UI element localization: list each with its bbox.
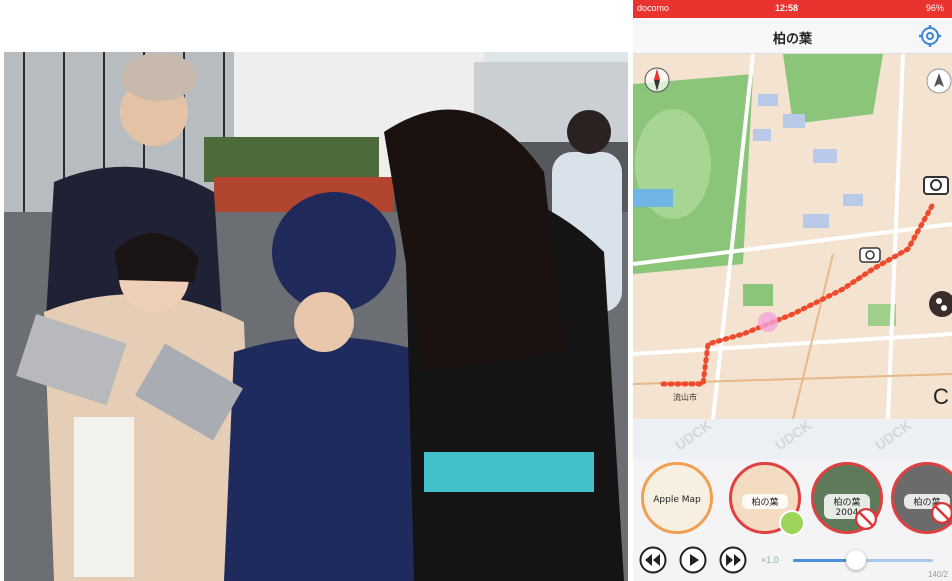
carrier-label: docomo — [637, 3, 670, 13]
side-label: C — [933, 384, 949, 409]
no-entry-icon — [931, 502, 952, 524]
no-entry-icon — [855, 508, 877, 530]
play-icon[interactable] — [679, 546, 707, 574]
page-title: 柏の葉 — [772, 32, 812, 47]
timeline-knob[interactable] — [846, 550, 866, 570]
field-trip-photo — [4, 52, 628, 581]
battery-label: 96% — [925, 3, 944, 13]
fast-forward-icon[interactable] — [719, 546, 747, 574]
camera-marker-icon[interactable] — [859, 244, 881, 264]
playback-controls: ×1.0 140/2 — [633, 540, 952, 581]
rewind-icon[interactable] — [639, 546, 667, 574]
watermark-text: UDCK — [772, 416, 815, 454]
watermark-band: UDCK UDCK UDCK — [633, 416, 952, 459]
speed-label: ×1.0 — [761, 555, 779, 565]
clock: 12:58 — [775, 3, 799, 13]
gear-icon[interactable] — [918, 24, 942, 48]
locate-icon[interactable] — [926, 68, 952, 94]
navigation-bar: 柏の葉 — [633, 18, 952, 54]
selected-check-icon — [779, 510, 805, 536]
phone-screen: docomo 12:58 96% 柏の葉 流山市 C UDCK UDCK UDC… — [633, 0, 952, 581]
watermark-text: UDCK — [672, 416, 715, 454]
map-view[interactable]: 流山市 C — [633, 54, 952, 419]
watermark-text: UDCK — [872, 416, 915, 454]
map-place-label: 流山市 — [673, 392, 697, 402]
frame-counter: 140/2 — [927, 570, 948, 579]
status-bar: docomo 12:58 96% — [633, 0, 952, 18]
layer-label: 柏の葉 — [742, 494, 788, 509]
layer-selector: Apple Map 柏の葉 柏の葉2004 柏の葉 — [633, 458, 952, 538]
compass-icon[interactable] — [643, 66, 671, 94]
timeline-slider[interactable] — [793, 550, 933, 570]
layer-label: Apple Map — [653, 495, 701, 505]
layer-apple-map[interactable]: Apple Map — [641, 462, 713, 534]
walk-icon[interactable] — [927, 289, 952, 319]
camera-icon[interactable] — [921, 169, 951, 199]
